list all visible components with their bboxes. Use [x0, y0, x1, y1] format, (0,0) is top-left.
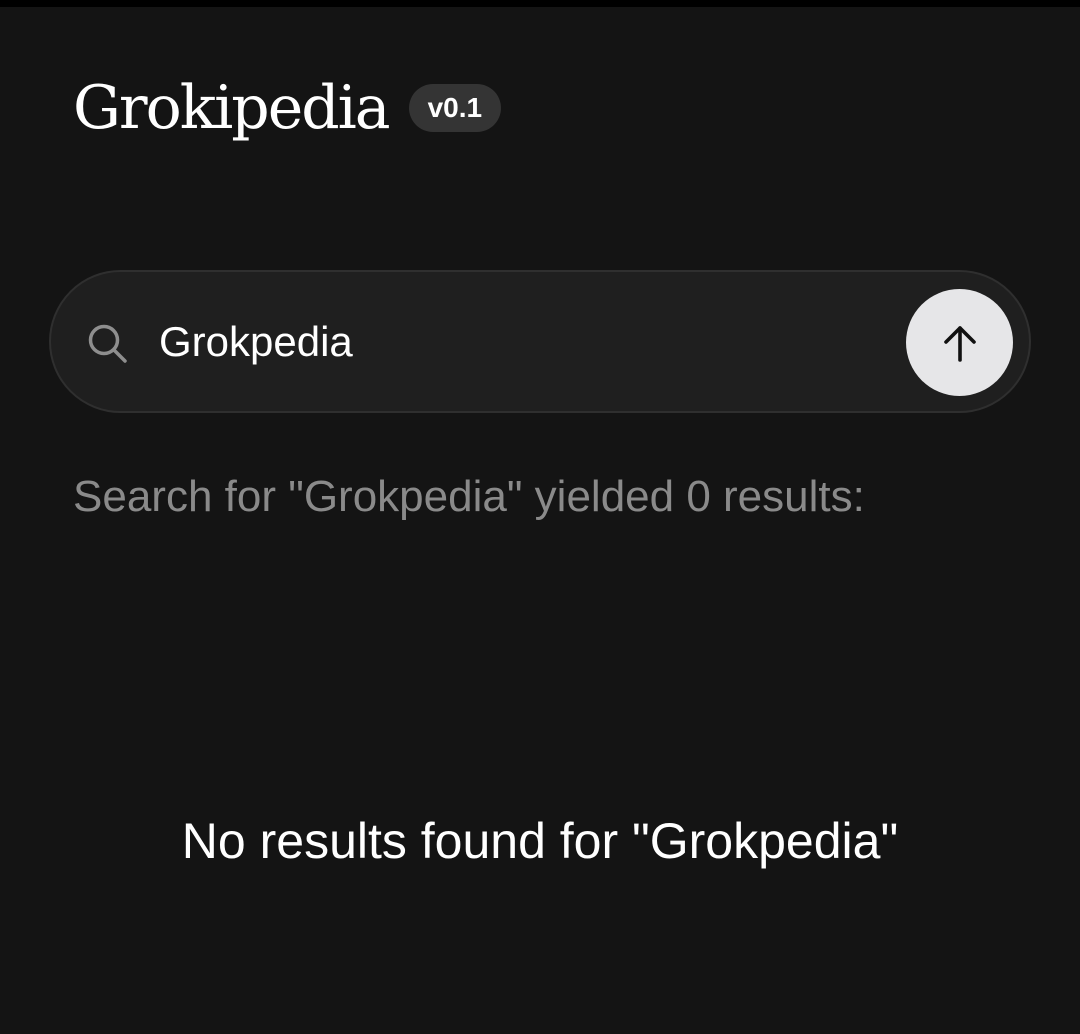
search-icon	[88, 324, 127, 363]
empty-state-message: No results found for "Grokpedia"	[181, 813, 899, 869]
search-bar[interactable]	[49, 270, 1031, 413]
logo-text[interactable]: Grokipedia	[73, 78, 391, 138]
submit-search-button[interactable]	[906, 289, 1013, 396]
top-edge-divider	[0, 0, 1080, 7]
arrow-up-icon	[943, 325, 976, 362]
version-badge: v0.1	[408, 84, 502, 132]
header: Grokipedia v0.1	[73, 78, 502, 138]
results-summary: Search for "Grokpedia" yielded 0 results…	[73, 472, 865, 521]
page: Grokipedia v0.1 Search for "Grokpedia" y…	[0, 0, 1080, 1034]
search-input[interactable]	[159, 312, 879, 372]
